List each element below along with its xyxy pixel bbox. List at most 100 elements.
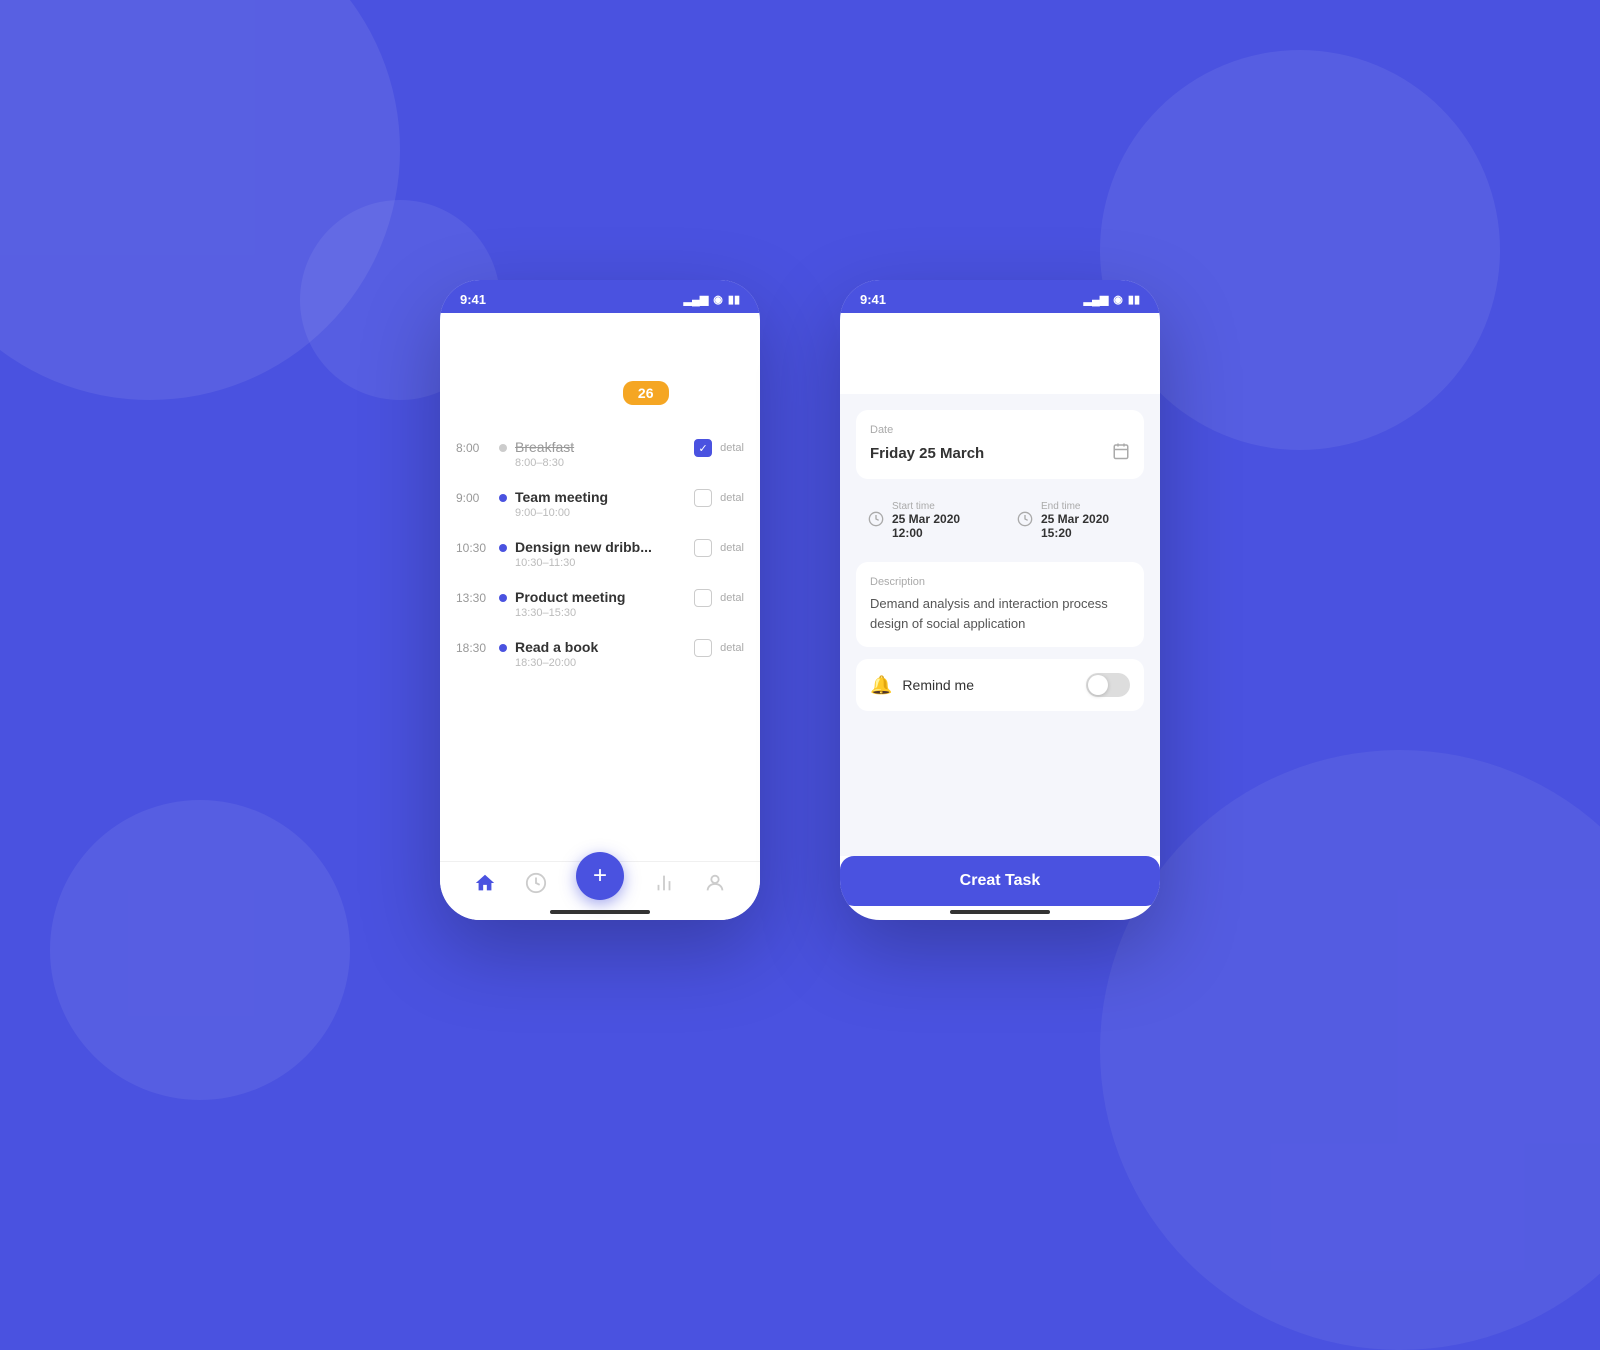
end-time-content: End time 25 Mar 2020 15:20 bbox=[1041, 501, 1132, 540]
day-we: We bbox=[577, 361, 623, 373]
name-section: Name Design meeting bbox=[840, 355, 1160, 394]
task-actions-book: detal bbox=[694, 639, 744, 657]
task-range-design: 10:30–11:30 bbox=[515, 557, 686, 569]
task-detail-product[interactable]: detal bbox=[720, 592, 744, 604]
bottom-nav-1: + bbox=[440, 861, 760, 920]
remind-toggle[interactable] bbox=[1086, 673, 1130, 697]
date-card[interactable]: Date Friday 25 March bbox=[856, 410, 1144, 479]
create-task-phone: 9:41 ▂▄▆ ◉ ▮▮ Creat New Task ✕ Name Desi… bbox=[840, 280, 1160, 920]
day-su: Su bbox=[440, 361, 486, 373]
description-value: Demand analysis and interaction process … bbox=[870, 594, 1130, 633]
task-item-team-meeting[interactable]: 9:00 Team meeting 9:00–10:00 detal bbox=[440, 479, 760, 529]
date-row-form: Friday 25 March bbox=[870, 442, 1130, 465]
remind-me-row: 🔔 Remind me bbox=[856, 659, 1144, 711]
end-clock-icon bbox=[1017, 511, 1033, 530]
start-time-label: Start time bbox=[892, 501, 983, 512]
task-actions-design: detal bbox=[694, 539, 744, 557]
status-icons-1: ▂▄▆ ◉ ▮▮ bbox=[684, 293, 740, 306]
task-actions-breakfast: detal bbox=[694, 439, 744, 457]
task-dot-breakfast bbox=[499, 444, 507, 452]
calendar-icon-button[interactable] bbox=[728, 313, 760, 345]
date-28[interactable]: 28 bbox=[714, 381, 760, 405]
day-tu: Tu bbox=[531, 361, 577, 373]
start-time-content: Start time 25 Mar 2020 12:00 bbox=[892, 501, 983, 540]
task-detail-design[interactable]: detal bbox=[720, 542, 744, 554]
task-name-product: Product meeting bbox=[515, 589, 686, 605]
calendar-phone: 9:41 ▂▄▆ ◉ ▮▮ March bbox=[440, 280, 760, 920]
task-item-design[interactable]: 10:30 Densign new dribb... 10:30–11:30 d… bbox=[440, 529, 760, 579]
task-list: 8:00 Breakfast 8:00–8:30 detal 9:00 Team… bbox=[440, 419, 760, 861]
task-actions-product: detal bbox=[694, 589, 744, 607]
date-calendar-icon[interactable] bbox=[1112, 442, 1130, 465]
task-item-product[interactable]: 13:30 Product meeting 13:30–15:30 detal bbox=[440, 579, 760, 629]
day-fr: Fr bbox=[669, 361, 715, 373]
week-days-row: Su Mo Tu We Th Fr Sa bbox=[440, 361, 760, 373]
wifi-icon-1: ◉ bbox=[713, 293, 723, 306]
battery-icon-2: ▮▮ bbox=[1128, 293, 1140, 306]
task-time-product: 13:30 bbox=[456, 589, 491, 605]
task-range-book: 18:30–20:00 bbox=[515, 657, 686, 669]
date-24[interactable]: 24 bbox=[531, 381, 577, 405]
form-body: Date Friday 25 March bbox=[840, 394, 1160, 856]
task-dot-team bbox=[499, 494, 507, 502]
task-name-design: Densign new dribb... bbox=[515, 539, 686, 555]
start-clock-icon bbox=[868, 511, 884, 530]
description-label: Description bbox=[870, 576, 1130, 588]
time-2: 9:41 bbox=[860, 292, 886, 307]
task-checkbox-breakfast[interactable] bbox=[694, 439, 712, 457]
nav-chart[interactable] bbox=[653, 872, 675, 900]
day-mo: Mo bbox=[486, 361, 532, 373]
name-value[interactable]: Design meeting bbox=[840, 373, 1160, 394]
nav-home[interactable] bbox=[474, 872, 496, 900]
task-time-book: 18:30 bbox=[456, 639, 491, 655]
dates-row: 22 23 24 25 26 27 28 bbox=[440, 381, 760, 405]
start-time-value: 25 Mar 2020 12:00 bbox=[892, 512, 983, 540]
home-indicator-2 bbox=[950, 910, 1050, 914]
close-button[interactable]: ✕ bbox=[1143, 314, 1160, 339]
task-item-breakfast[interactable]: 8:00 Breakfast 8:00–8:30 detal bbox=[440, 429, 760, 479]
date-22[interactable]: 22 bbox=[440, 381, 486, 405]
title-row: Creat New Task ✕ bbox=[840, 313, 1160, 339]
task-checkbox-team[interactable] bbox=[694, 489, 712, 507]
task-time-team: 9:00 bbox=[456, 489, 491, 505]
task-name-breakfast: Breakfast bbox=[515, 439, 686, 455]
signal-icon-2: ▂▄▆ bbox=[1084, 293, 1109, 306]
task-time-breakfast: 8:00 bbox=[456, 439, 491, 455]
task-detail-breakfast[interactable]: detal bbox=[720, 442, 744, 454]
end-time-card[interactable]: End time 25 Mar 2020 15:20 bbox=[1005, 491, 1144, 550]
date-value: Friday 25 March bbox=[870, 445, 984, 462]
task-name-book: Read a book bbox=[515, 639, 686, 655]
wifi-icon-2: ◉ bbox=[1113, 293, 1123, 306]
task-content-breakfast: Breakfast 8:00–8:30 bbox=[515, 439, 686, 469]
status-bar-1: 9:41 ▂▄▆ ◉ ▮▮ bbox=[440, 280, 760, 313]
nav-clock[interactable] bbox=[525, 872, 547, 900]
task-detail-team[interactable]: detal bbox=[720, 492, 744, 504]
date-23[interactable]: 23 bbox=[486, 381, 532, 405]
task-checkbox-book[interactable] bbox=[694, 639, 712, 657]
date-25[interactable]: 25 bbox=[577, 381, 623, 405]
create-task-button[interactable]: Creat Task bbox=[840, 856, 1160, 906]
month-title: March bbox=[440, 314, 517, 345]
create-task-button-area: Creat Task bbox=[840, 856, 1160, 920]
day-th: Th bbox=[623, 361, 669, 373]
signal-icon-1: ▂▄▆ bbox=[684, 293, 709, 306]
task-item-book[interactable]: 18:30 Read a book 18:30–20:00 detal bbox=[440, 629, 760, 679]
task-detail-book[interactable]: detal bbox=[720, 642, 744, 654]
task-name-team: Team meeting bbox=[515, 489, 686, 505]
nav-profile[interactable] bbox=[704, 872, 726, 900]
task-range-breakfast: 8:00–8:30 bbox=[515, 457, 686, 469]
date-27[interactable]: 27 bbox=[669, 381, 715, 405]
date-26-active[interactable]: 26 bbox=[623, 381, 669, 405]
remind-label: Remind me bbox=[902, 677, 974, 693]
start-time-card[interactable]: Start time 25 Mar 2020 12:00 bbox=[856, 491, 995, 550]
task-time-design: 10:30 bbox=[456, 539, 491, 555]
time-cards: Start time 25 Mar 2020 12:00 End time 25… bbox=[856, 491, 1144, 550]
task-actions-team: detal bbox=[694, 489, 744, 507]
fab-add-button[interactable]: + bbox=[576, 852, 624, 900]
calendar-header: March Su Mo Tu We Th Fr Sa bbox=[440, 313, 760, 419]
description-card[interactable]: Description Demand analysis and interact… bbox=[856, 562, 1144, 647]
status-icons-2: ▂▄▆ ◉ ▮▮ bbox=[1084, 293, 1140, 306]
task-checkbox-design[interactable] bbox=[694, 539, 712, 557]
task-checkbox-product[interactable] bbox=[694, 589, 712, 607]
day-sa: Sa bbox=[714, 361, 760, 373]
